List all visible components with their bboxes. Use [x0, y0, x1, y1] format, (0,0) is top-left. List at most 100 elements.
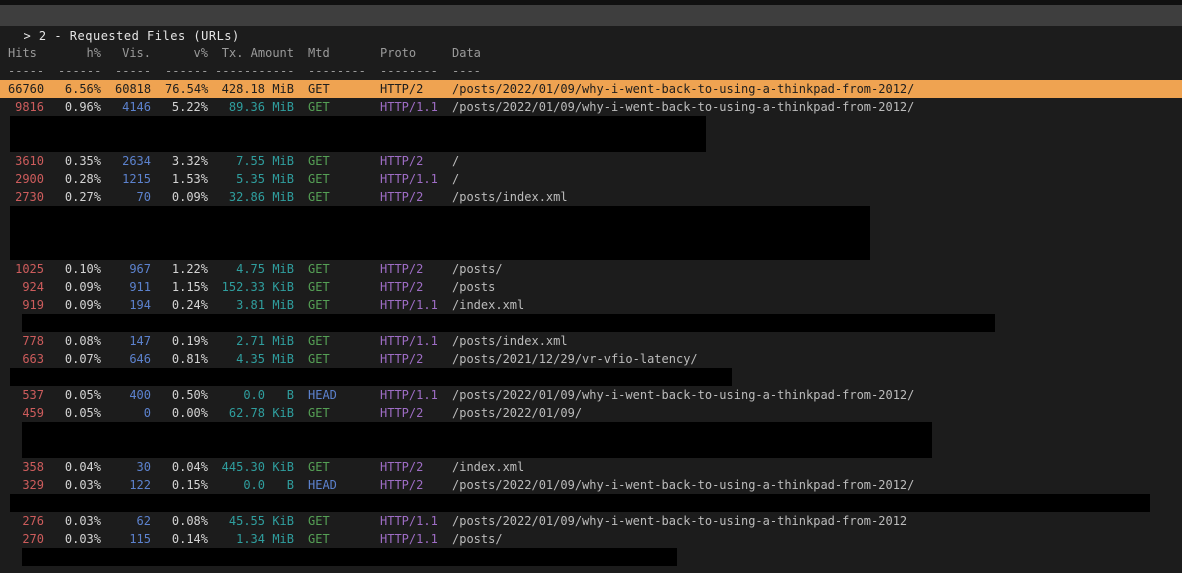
hits-cell: 329	[8, 476, 44, 494]
table-row[interactable]: 4590.05%00.00%62.78KiBGETHTTP/2/posts/20…	[0, 404, 1182, 422]
separator-method: --------	[308, 62, 380, 80]
visitors-cell: 62	[115, 512, 151, 530]
separator-data: ----	[452, 62, 1182, 80]
redacted-row	[0, 206, 1182, 260]
tx-amount-cell: 89.36	[215, 98, 265, 116]
url-cell: /posts/2022/01/09/	[452, 404, 1182, 422]
col-header-hits-pct: h%	[58, 44, 101, 62]
tx-amount-cell: 45.55	[215, 512, 265, 530]
visitors-cell: 646	[115, 350, 151, 368]
redacted-row	[0, 494, 1182, 512]
requested-files-table: Hits h% Vis. v% Tx. Amount Mtd Proto Dat…	[0, 26, 1182, 566]
visitors-percent-cell: 5.22%	[165, 98, 208, 116]
table-row[interactable]: 7780.08%1470.19%2.71MiBGETHTTP/1.1/posts…	[0, 332, 1182, 350]
tx-amount-cell: 5.35	[215, 170, 265, 188]
table-body: 667606.56%6081876.54%428.18MiBGETHTTP/2/…	[0, 80, 1182, 566]
visitors-cell: 194	[115, 296, 151, 314]
redacted-row	[0, 548, 1182, 566]
redacted-row	[0, 368, 1182, 386]
col-header-protocol: Proto	[380, 44, 452, 62]
method-cell: GET	[308, 458, 380, 476]
protocol-cell: HTTP/2	[380, 188, 452, 206]
method-cell: GET	[308, 152, 380, 170]
protocol-cell: HTTP/2	[380, 152, 452, 170]
tx-amount-cell: 4.35	[215, 350, 265, 368]
hits-cell: 778	[8, 332, 44, 350]
panel-titlebar[interactable]: > 2 - Requested Files (URLs)	[0, 5, 1182, 26]
tx-unit-cell: KiB	[272, 458, 294, 476]
table-row[interactable]: 36100.35%26343.32%7.55MiBGETHTTP/2/	[0, 152, 1182, 170]
url-cell: /posts/2022/01/09/why-i-went-back-to-usi…	[452, 476, 1182, 494]
table-row[interactable]: 9190.09%1940.24%3.81MiBGETHTTP/1.1/index…	[0, 296, 1182, 314]
table-row[interactable]: 98160.96%41465.22%89.36MiBGETHTTP/1.1/po…	[0, 98, 1182, 116]
table-row[interactable]: 2700.03%1150.14%1.34MiBGETHTTP/1.1/posts…	[0, 530, 1182, 548]
hits-percent-cell: 0.03%	[58, 530, 101, 548]
hits-percent-cell: 0.07%	[58, 350, 101, 368]
table-row[interactable]: 2760.03%620.08%45.55KiBGETHTTP/1.1/posts…	[0, 512, 1182, 530]
protocol-cell: HTTP/2	[380, 260, 452, 278]
visitors-percent-cell: 1.15%	[165, 278, 208, 296]
method-cell: HEAD	[308, 386, 380, 404]
tx-amount-cell: 1.34	[215, 530, 265, 548]
hits-percent-cell: 0.35%	[58, 152, 101, 170]
col-header-tx-amount: Tx. Amount	[215, 44, 294, 62]
protocol-cell: HTTP/1.1	[380, 332, 452, 350]
table-row[interactable]: 5370.05%4000.50%0.0BHEADHTTP/1.1/posts/2…	[0, 386, 1182, 404]
url-cell: /posts/	[452, 260, 1182, 278]
tx-unit-cell: MiB	[272, 350, 294, 368]
table-row[interactable]: 3580.04%300.04%445.30KiBGETHTTP/2/index.…	[0, 458, 1182, 476]
hits-percent-cell: 0.27%	[58, 188, 101, 206]
tx-amount-cell: 152.33	[215, 278, 265, 296]
visitors-percent-cell: 0.00%	[165, 404, 208, 422]
table-row[interactable]: 9240.09%9111.15%152.33KiBGETHTTP/2/posts	[0, 278, 1182, 296]
visitors-cell: 60818	[115, 80, 151, 98]
protocol-cell: HTTP/1.1	[380, 170, 452, 188]
redaction-block	[10, 116, 706, 152]
tx-amount-cell: 3.81	[215, 296, 265, 314]
visitors-percent-cell: 0.09%	[165, 188, 208, 206]
method-cell: GET	[308, 332, 380, 350]
table-row[interactable]: 10250.10%9671.22%4.75MiBGETHTTP/2/posts/	[0, 260, 1182, 278]
visitors-percent-cell: 1.53%	[165, 170, 208, 188]
redaction-block	[10, 206, 870, 260]
hits-percent-cell: 0.10%	[58, 260, 101, 278]
url-cell: /index.xml	[452, 296, 1182, 314]
visitors-cell: 0	[115, 404, 151, 422]
visitors-cell: 4146	[115, 98, 151, 116]
table-row[interactable]: 6630.07%6460.81%4.35MiBGETHTTP/2/posts/2…	[0, 350, 1182, 368]
method-cell: GET	[308, 278, 380, 296]
method-cell: GET	[308, 404, 380, 422]
tx-unit-cell: KiB	[272, 404, 294, 422]
hits-percent-cell: 6.56%	[58, 80, 101, 98]
method-cell: GET	[308, 530, 380, 548]
visitors-percent-cell: 0.15%	[165, 476, 208, 494]
visitors-cell: 115	[115, 530, 151, 548]
url-cell: /posts/2021/12/29/vr-vfio-latency/	[452, 350, 1182, 368]
redaction-block	[10, 494, 1150, 512]
tx-amount-cell: 62.78	[215, 404, 265, 422]
hits-percent-cell: 0.04%	[58, 458, 101, 476]
url-cell: /posts/	[452, 530, 1182, 548]
url-cell: /posts/2022/01/09/why-i-went-back-to-usi…	[452, 98, 1182, 116]
hits-percent-cell: 0.05%	[58, 386, 101, 404]
tx-unit-cell: MiB	[272, 152, 294, 170]
hits-cell: 537	[8, 386, 44, 404]
tx-unit-cell: MiB	[272, 170, 294, 188]
tx-unit-cell: MiB	[272, 260, 294, 278]
visitors-percent-cell: 3.32%	[165, 152, 208, 170]
column-headers: Hits h% Vis. v% Tx. Amount Mtd Proto Dat…	[0, 44, 1182, 62]
table-row[interactable]: 27300.27%700.09%32.86MiBGETHTTP/2/posts/…	[0, 188, 1182, 206]
url-cell: /posts	[452, 278, 1182, 296]
table-row[interactable]: 667606.56%6081876.54%428.18MiBGETHTTP/2/…	[0, 80, 1182, 98]
url-cell: /	[452, 152, 1182, 170]
method-cell: GET	[308, 350, 380, 368]
table-row[interactable]: 29000.28%12151.53%5.35MiBGETHTTP/1.1/	[0, 170, 1182, 188]
tx-amount-cell: 32.86	[215, 188, 265, 206]
method-cell: GET	[308, 260, 380, 278]
protocol-cell: HTTP/2	[380, 350, 452, 368]
table-row[interactable]: 3290.03%1220.15%0.0BHEADHTTP/2/posts/202…	[0, 476, 1182, 494]
hits-percent-cell: 0.05%	[58, 404, 101, 422]
separator-tx: -----------	[215, 62, 294, 80]
redaction-block	[22, 314, 995, 332]
protocol-cell: HTTP/1.1	[380, 98, 452, 116]
